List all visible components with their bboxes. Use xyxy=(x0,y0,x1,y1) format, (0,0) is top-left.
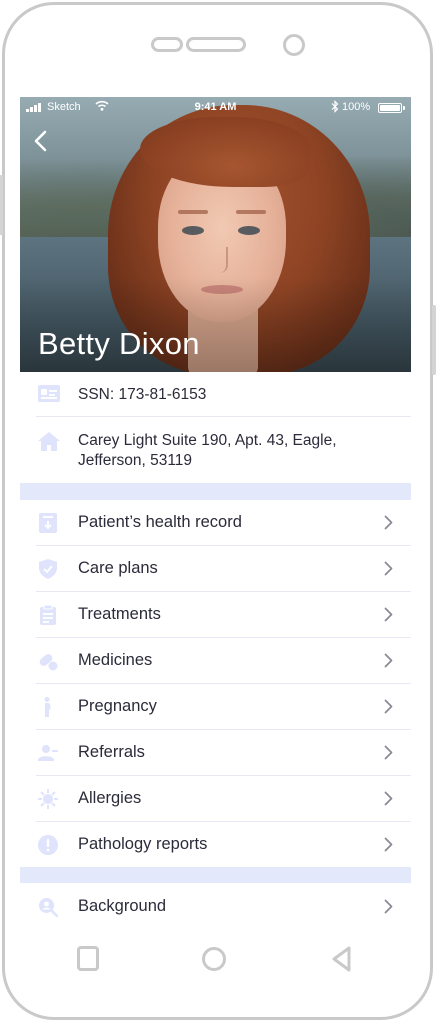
chevron-right-icon xyxy=(384,607,393,622)
speaker-left xyxy=(151,37,183,52)
id-card-icon xyxy=(38,385,60,402)
menu-item-label: Pathology reports xyxy=(78,835,208,853)
chevron-right-icon xyxy=(384,745,393,760)
chevron-right-icon xyxy=(384,653,393,668)
menu-item-label: Treatments xyxy=(78,605,161,623)
chevron-right-icon xyxy=(384,699,393,714)
menu-item-health-record[interactable]: Patient’s health record xyxy=(20,500,411,546)
home-icon xyxy=(38,432,60,451)
virus-icon xyxy=(38,789,58,809)
power-button xyxy=(432,305,436,375)
speaker-right xyxy=(186,37,246,52)
menu-item-label: Medicines xyxy=(78,651,153,669)
chevron-left-icon xyxy=(34,130,47,152)
alert-circle-icon xyxy=(38,835,58,855)
menu-item-label: Referrals xyxy=(78,743,145,761)
section-separator xyxy=(20,867,411,883)
front-camera xyxy=(283,34,305,56)
patient-name: Betty Dixon xyxy=(38,326,200,361)
menu-item-background[interactable]: Background xyxy=(20,884,411,929)
photo-brow xyxy=(236,210,266,214)
home-button[interactable] xyxy=(202,947,226,971)
pill-icon xyxy=(39,654,58,671)
menu-item-label: Patient’s health record xyxy=(78,513,242,531)
menu-item-label: Pregnancy xyxy=(78,697,157,715)
app-screen: Sketch 9:41 AM 100% Betty Dixon SSN: 173… xyxy=(20,97,411,929)
health-record-icon xyxy=(39,513,57,533)
menu-item-care-plans[interactable]: Care plans xyxy=(20,546,411,592)
back-button[interactable] xyxy=(26,127,54,155)
profile-photo: Sketch 9:41 AM 100% Betty Dixon xyxy=(20,97,411,372)
section-separator xyxy=(20,483,411,500)
person-referral-icon xyxy=(38,745,58,761)
status-bar: Sketch 9:41 AM 100% xyxy=(20,97,411,117)
shield-check-icon xyxy=(39,559,57,579)
photo-eye xyxy=(182,226,204,235)
back-triangle-icon[interactable] xyxy=(330,945,352,973)
photo-nose xyxy=(216,247,228,273)
ssn-value: SSN: 173-81-6153 xyxy=(78,386,207,403)
address-value: Carey Light Suite 190, Apt. 43, Eagle, J… xyxy=(78,431,393,471)
battery-icon xyxy=(378,103,405,113)
chevron-right-icon xyxy=(384,791,393,806)
chevron-right-icon xyxy=(384,837,393,852)
chevron-right-icon xyxy=(384,899,393,914)
chevron-right-icon xyxy=(384,515,393,530)
clipboard-icon xyxy=(40,605,56,625)
menu-item-label: Background xyxy=(78,897,167,915)
chevron-right-icon xyxy=(384,561,393,576)
bluetooth-icon xyxy=(331,100,339,113)
side-button xyxy=(0,175,3,235)
menu-item-treatments[interactable]: Treatments xyxy=(20,592,411,638)
menu-item-allergies[interactable]: Allergies xyxy=(20,776,411,822)
pregnancy-icon xyxy=(44,697,51,717)
address-line-2: Jefferson, 53119 xyxy=(78,452,193,469)
divider xyxy=(36,416,411,417)
photo-brow xyxy=(178,210,208,214)
photo-eye xyxy=(238,226,260,235)
menu-item-pathology-reports[interactable]: Pathology reports xyxy=(20,822,411,868)
battery-percent: 100% xyxy=(342,101,371,113)
recent-apps-button[interactable] xyxy=(77,946,99,971)
menu-item-medicines[interactable]: Medicines xyxy=(20,638,411,684)
menu-item-label: Allergies xyxy=(78,789,142,807)
address-line-1: Carey Light Suite 190, Apt. 43, Eagle, xyxy=(78,432,337,449)
menu-item-referrals[interactable]: Referrals xyxy=(20,730,411,776)
menu-item-pregnancy[interactable]: Pregnancy xyxy=(20,684,411,730)
menu-item-label: Care plans xyxy=(78,559,158,577)
search-person-icon xyxy=(39,898,58,917)
